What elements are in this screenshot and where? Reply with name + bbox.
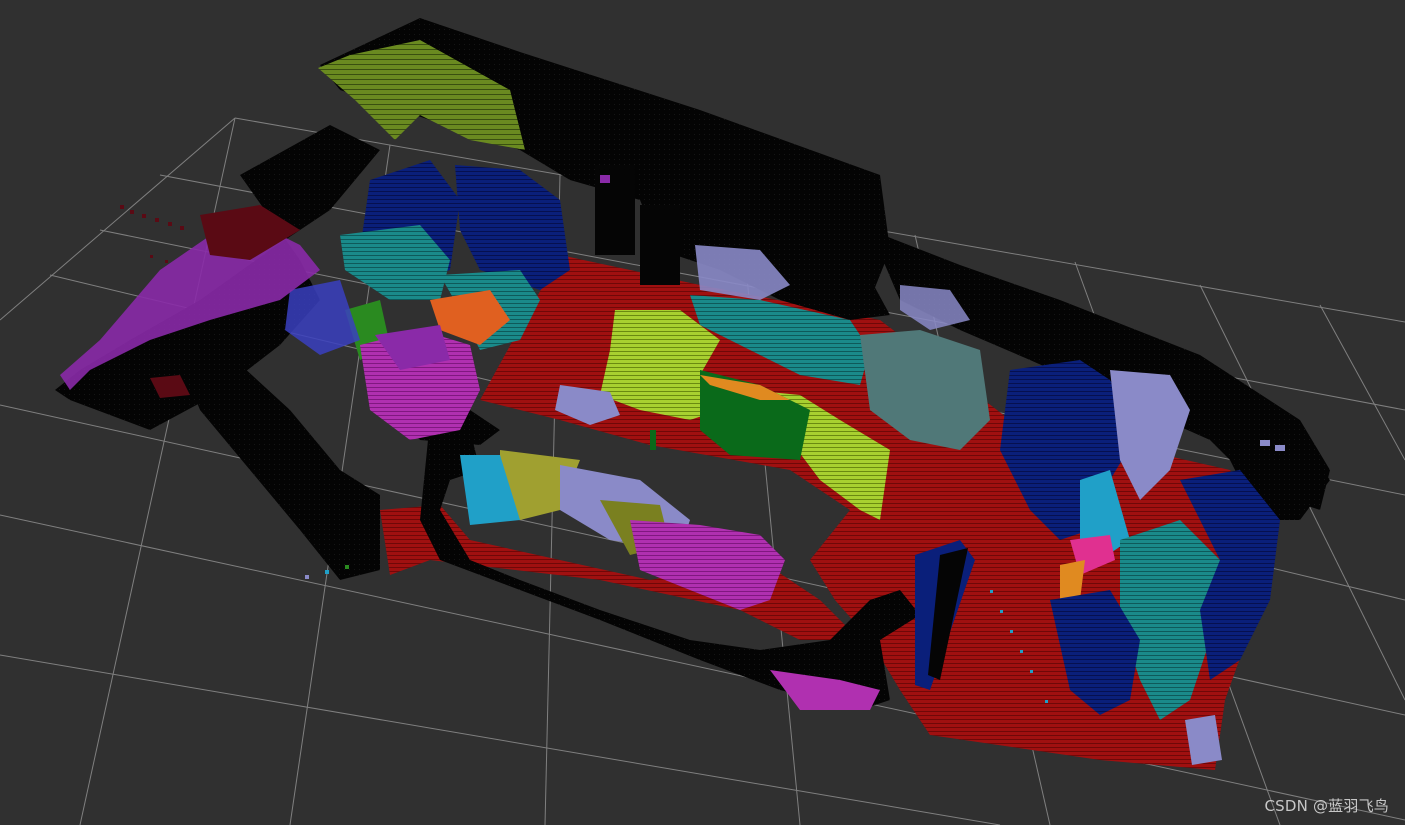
watermark-label: CSDN @蓝羽飞鸟 bbox=[1264, 797, 1389, 815]
point-cloud-scene[interactable] bbox=[0, 0, 1405, 825]
3d-viewport[interactable]: CSDN @蓝羽飞鸟 bbox=[0, 0, 1405, 825]
grid-line bbox=[1319, 304, 1405, 461]
segment-magenta bbox=[630, 520, 785, 610]
segment-blue-light bbox=[285, 280, 360, 355]
